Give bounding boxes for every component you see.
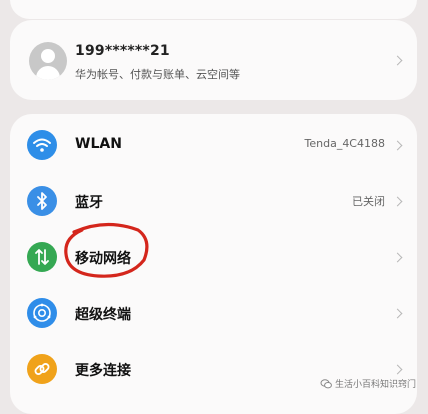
settings-item-bluetooth[interactable]: 蓝牙 已关闭 — [10, 172, 417, 228]
settings-item-value: Tenda_4C4188 — [304, 137, 386, 150]
chevron-right-icon — [392, 55, 403, 66]
wechat-icon — [320, 378, 332, 388]
settings-item-super-device[interactable]: 超级终端 — [10, 284, 417, 340]
top-card — [10, 0, 417, 19]
settings-item-label: 更多连接 — [75, 363, 131, 379]
settings-item-label: 蓝牙 — [75, 195, 103, 211]
chevron-right-icon — [392, 252, 403, 263]
avatar[interactable] — [29, 42, 67, 80]
chevron-right-icon — [392, 140, 403, 151]
watermark-text: 生活小百科知识窍门 — [334, 380, 416, 390]
account-subtitle: 华为帐号、付款与账单、云空间等 — [75, 68, 240, 81]
wifi-icon — [27, 130, 57, 160]
settings-item-label: 移动网络 — [75, 251, 131, 267]
chevron-right-icon — [392, 308, 403, 319]
settings-item-wlan[interactable]: WLAN Tenda_4C4188 — [10, 116, 417, 172]
account-name: 199******21 — [75, 43, 170, 59]
settings-item-value: 已关闭 — [352, 195, 385, 208]
settings-item-label: 超级终端 — [75, 307, 131, 323]
mobile-network-icon — [27, 242, 57, 272]
link-icon — [27, 354, 57, 384]
watermark: 生活小百科知识窍门 — [320, 377, 416, 390]
settings-card: WLAN Tenda_4C4188 蓝牙 已关闭 移动网络 超级终端 更多连接 — [10, 114, 417, 414]
settings-item-mobile-network[interactable]: 移动网络 — [10, 228, 417, 284]
avatar-head — [41, 49, 55, 63]
settings-item-label: WLAN — [75, 136, 122, 152]
chevron-right-icon — [392, 364, 403, 375]
avatar-body — [36, 66, 60, 80]
super-device-icon — [27, 298, 57, 328]
account-card[interactable]: 199******21 华为帐号、付款与账单、云空间等 — [10, 20, 417, 100]
chevron-right-icon — [392, 196, 403, 207]
bluetooth-icon — [27, 186, 57, 216]
